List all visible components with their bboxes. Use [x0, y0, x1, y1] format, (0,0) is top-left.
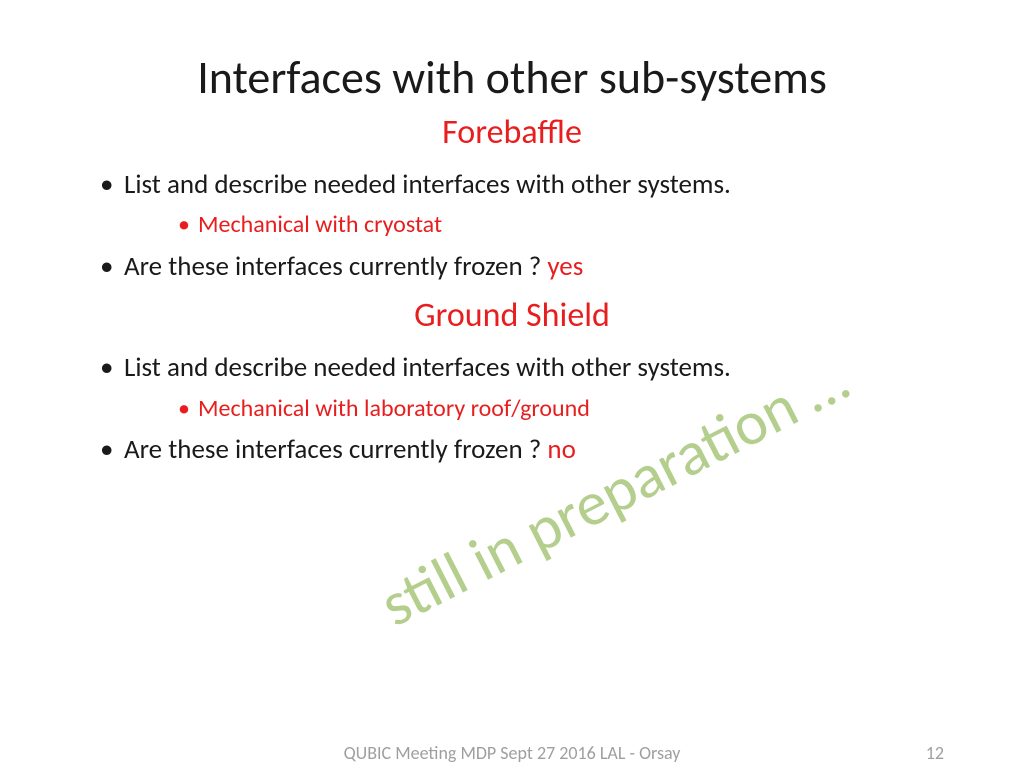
- answer-text: no: [547, 433, 575, 466]
- sub-bullet-item: Mechanical with laboratory roof/ground: [180, 393, 944, 424]
- bullet-list: List and describe needed interfaces with…: [80, 167, 944, 285]
- bullet-list: List and describe needed interfaces with…: [80, 350, 944, 468]
- bullet-text: Are these interfaces currently frozen ?: [124, 250, 547, 283]
- slide-content: Interfaces with other sub-systems Foreba…: [80, 50, 944, 468]
- bullet-text: Are these interfaces currently frozen ?: [124, 433, 547, 466]
- sub-bullet-list: Mechanical with laboratory roof/ground: [124, 393, 944, 424]
- footer-text: QUBIC Meeting MDP Sept 27 2016 LAL - Ors…: [344, 742, 681, 764]
- sub-bullet-item: Mechanical with cryostat: [180, 209, 944, 240]
- bullet-item: Are these interfaces currently frozen ? …: [104, 432, 944, 468]
- bullet-item: Are these interfaces currently frozen ? …: [104, 249, 944, 285]
- sub-bullet-list: Mechanical with cryostat: [124, 209, 944, 240]
- slide: still in preparation … Interfaces with o…: [0, 0, 1024, 768]
- page-number: 12: [926, 742, 944, 764]
- bullet-item: List and describe needed interfaces with…: [104, 350, 944, 424]
- bullet-text: List and describe needed interfaces with…: [124, 168, 731, 201]
- answer-text: yes: [547, 250, 583, 283]
- bullet-item: List and describe needed interfaces with…: [104, 167, 944, 241]
- section-heading-forebaffle: Forebaffle: [80, 112, 944, 153]
- bullet-text: List and describe needed interfaces with…: [124, 351, 731, 384]
- section-heading-ground-shield: Ground Shield: [80, 295, 944, 336]
- slide-title: Interfaces with other sub-systems: [80, 50, 944, 106]
